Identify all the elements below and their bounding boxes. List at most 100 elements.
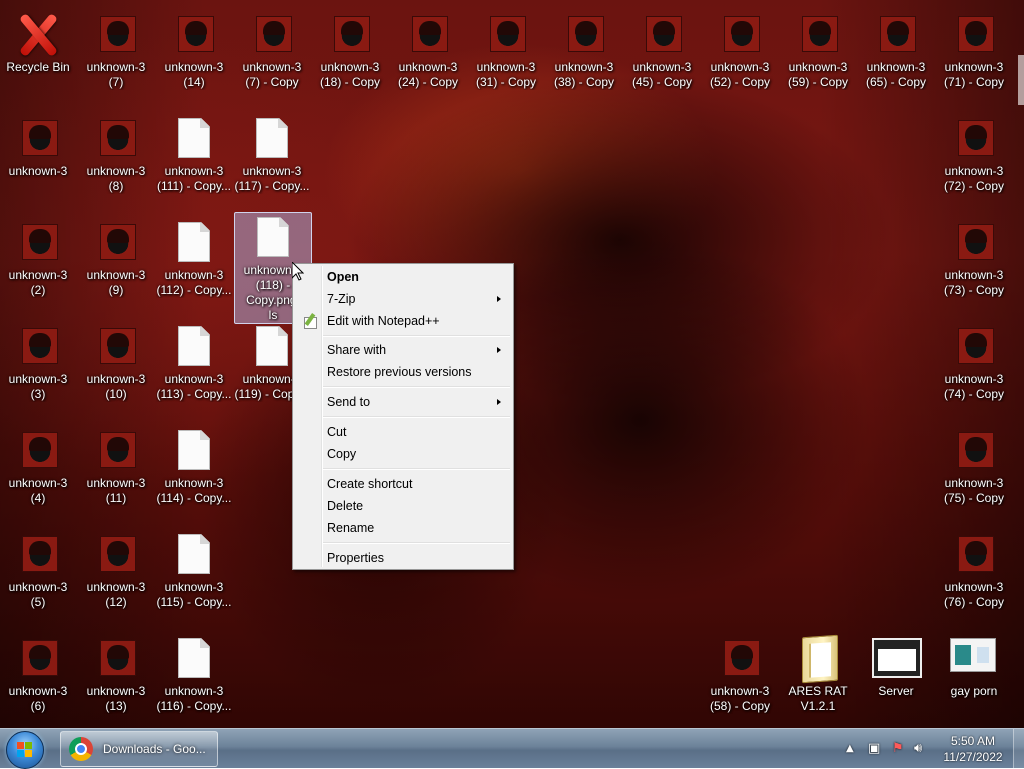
desktop-icon[interactable]: unknown-3 (73) - Copy	[936, 218, 1012, 298]
desktop-icon[interactable]: unknown-3 (72) - Copy	[936, 114, 1012, 194]
desktop-icon[interactable]: unknown-3 (4)	[0, 426, 76, 506]
file-icon	[156, 634, 232, 684]
taskbar-clock[interactable]: 5:50 AM 11/27/2022	[930, 733, 1016, 765]
show-hidden-icons-icon[interactable]: ▲	[846, 743, 854, 754]
desktop-icon[interactable]: unknown-3 (116) - Copy...	[156, 634, 232, 714]
clock-time: 5:50 AM	[950, 734, 996, 748]
context-menu: Open 7-Zip Edit with Notepad++ Share wit…	[292, 263, 514, 570]
image-thumbnail-icon	[78, 218, 154, 268]
menu-item-copy[interactable]: Copy	[295, 443, 511, 465]
desktop-icon[interactable]: unknown-3 (38) - Copy	[546, 10, 622, 90]
desktop-icon[interactable]: Recycle Bin	[0, 10, 76, 75]
desktop-icon-label: unknown-3 (117) - Copy...	[234, 164, 310, 193]
image-thumbnail-icon	[0, 426, 76, 476]
volume-icon[interactable]: 🔊︎	[914, 741, 922, 756]
image-thumbnail-icon	[936, 10, 1012, 60]
desktop-icon[interactable]: unknown-3 (76) - Copy	[936, 530, 1012, 610]
desktop-icon[interactable]: unknown-3 (2)	[0, 218, 76, 298]
desktop-icon[interactable]: unknown-3 (6)	[0, 634, 76, 714]
desktop-icon-label: gay porn	[950, 684, 998, 698]
desktop-icon[interactable]: unknown-3 (112) - Copy...	[156, 218, 232, 298]
menu-item-delete[interactable]: Delete	[295, 495, 511, 517]
image-thumbnail-icon	[0, 218, 76, 268]
file-icon	[156, 426, 232, 476]
desktop-icon[interactable]: Server	[858, 634, 934, 699]
desktop-icon[interactable]: gay porn	[936, 634, 1012, 699]
desktop-icon[interactable]: unknown-3 (3)	[0, 322, 76, 402]
menu-item-restore-versions[interactable]: Restore previous versions	[295, 361, 511, 383]
desktop-icon-label: unknown-3 (115) - Copy...	[156, 580, 232, 609]
desktop-icon[interactable]: unknown-3 (11)	[78, 426, 154, 506]
image-thumbnail-icon	[78, 114, 154, 164]
menu-item-label: Rename	[327, 521, 375, 535]
desktop-icon[interactable]: unknown-3 (45) - Copy	[624, 10, 700, 90]
desktop-icon[interactable]: ARES RAT V1.2.1	[780, 634, 856, 714]
desktop-icon-label: unknown-3 (12)	[86, 580, 146, 609]
desktop-icon[interactable]: unknown-3 (7) - Copy	[234, 10, 310, 90]
desktop-icon[interactable]: unknown-3 (75) - Copy	[936, 426, 1012, 506]
image-thumbnail-icon	[78, 634, 154, 684]
desktop-icon[interactable]: unknown-3 (58) - Copy	[702, 634, 778, 714]
desktop-icon[interactable]: unknown-3 (10)	[78, 322, 154, 402]
action-center-icon[interactable]: ⚑	[892, 741, 904, 756]
desktop-icon[interactable]: unknown-3 (7)	[78, 10, 154, 90]
desktop-icon[interactable]: unknown-3 (114) - Copy...	[156, 426, 232, 506]
desktop-icon-label: unknown-3 (9)	[86, 268, 146, 297]
image-thumbnail-icon	[78, 530, 154, 580]
start-button[interactable]	[6, 731, 44, 769]
menu-separator	[323, 416, 510, 418]
file-icon	[156, 322, 232, 372]
menu-item-send-to[interactable]: Send to	[295, 391, 511, 413]
menu-separator	[323, 386, 510, 388]
show-desktop-button[interactable]	[1013, 729, 1024, 769]
desktop-icon[interactable]: unknown-3	[0, 114, 76, 179]
desktop-icon[interactable]: unknown-3 (13)	[78, 634, 154, 714]
image-thumbnail-icon	[390, 10, 466, 60]
menu-item-open[interactable]: Open	[295, 266, 511, 288]
desktop-icon-label: unknown-3 (73) - Copy	[943, 268, 1005, 297]
menu-separator	[323, 542, 510, 544]
desktop-icon[interactable]: unknown-3 (8)	[78, 114, 154, 194]
desktop-icon-label: unknown-3 (2)	[8, 268, 68, 297]
desktop-icon[interactable]: unknown-3 (5)	[0, 530, 76, 610]
submenu-arrow-icon	[497, 296, 501, 302]
menu-item-edit-notepad[interactable]: Edit with Notepad++	[295, 310, 511, 332]
desktop-icon[interactable]: unknown-3 (24) - Copy	[390, 10, 466, 90]
menu-item-rename[interactable]: Rename	[295, 517, 511, 539]
menu-item-label: Delete	[327, 499, 364, 513]
desktop-icon[interactable]: unknown-3 (117) - Copy...	[234, 114, 310, 194]
desktop-icon-label: Server	[878, 684, 914, 698]
desktop-icon-label: unknown-3 (75) - Copy	[943, 476, 1005, 505]
desktop-icon[interactable]: unknown-3 (18) - Copy	[312, 10, 388, 90]
desktop-icon[interactable]: unknown-3 (113) - Copy...	[156, 322, 232, 402]
desktop-icon[interactable]: unknown-3 (65) - Copy	[858, 10, 934, 90]
image-thumbnail-icon	[546, 10, 622, 60]
desktop-icon[interactable]: unknown-3 (111) - Copy...	[156, 114, 232, 194]
desktop-icon[interactable]: unknown-3 (12)	[78, 530, 154, 610]
desktop-icon[interactable]: unknown-3 (14)	[156, 10, 232, 90]
desktop-icon[interactable]: unknown-3 (115) - Copy...	[156, 530, 232, 610]
menu-item-cut[interactable]: Cut	[295, 421, 511, 443]
desktop-icon[interactable]: unknown-3 (74) - Copy	[936, 322, 1012, 402]
menu-item-7zip[interactable]: 7-Zip	[295, 288, 511, 310]
desktop-icon[interactable]: unknown-3 (59) - Copy	[780, 10, 856, 90]
taskbar-button-label: Downloads - Goo...	[103, 742, 206, 756]
desktop-icon[interactable]: unknown-3 (9)	[78, 218, 154, 298]
taskbar-chrome-button[interactable]: Downloads - Goo...	[60, 731, 218, 767]
desktop-icon[interactable]: unknown-3 (52) - Copy	[702, 10, 778, 90]
desktop-icon-label: unknown-3 (4)	[8, 476, 68, 505]
desktop-icon-label: unknown-3 (71) - Copy	[943, 60, 1005, 89]
desktop-icon[interactable]: unknown-3 (31) - Copy	[468, 10, 544, 90]
menu-item-label: Create shortcut	[327, 477, 413, 491]
menu-item-share-with[interactable]: Share with	[295, 339, 511, 361]
windows-logo-icon	[17, 742, 33, 758]
network-icon[interactable]: ▣	[868, 741, 880, 756]
desktop-icon-label: unknown-3 (111) - Copy...	[156, 164, 232, 193]
menu-item-label: 7-Zip	[327, 292, 356, 306]
menu-item-create-shortcut[interactable]: Create shortcut	[295, 473, 511, 495]
notepad-plus-plus-icon	[303, 314, 317, 329]
desktop-icon-label: unknown-3 (74) - Copy	[943, 372, 1005, 401]
menu-item-properties[interactable]: Properties	[295, 547, 511, 569]
menu-item-label: Open	[327, 270, 359, 284]
desktop-icon[interactable]: unknown-3 (71) - Copy	[936, 10, 1012, 90]
